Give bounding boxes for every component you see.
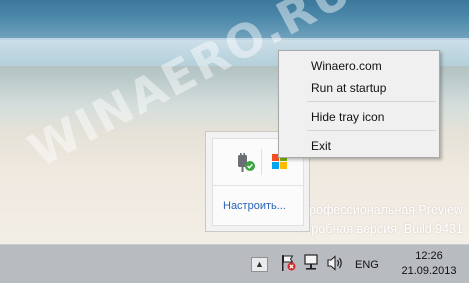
- menu-item-run-at-startup[interactable]: Run at startup: [311, 81, 386, 95]
- action-center-flag-icon[interactable]: [280, 254, 296, 277]
- clock-date: 21.09.2013: [401, 265, 457, 277]
- clock-time: 12:26: [415, 250, 443, 262]
- customize-link[interactable]: Настроить...: [223, 200, 286, 212]
- network-icon[interactable]: [303, 254, 319, 277]
- menu-item-winaero-com[interactable]: Winaero.com: [311, 59, 382, 73]
- icon-separator: [261, 149, 262, 175]
- menu-item-hide-tray-icon[interactable]: Hide tray icon: [311, 110, 384, 124]
- menu-item-exit[interactable]: Exit: [311, 139, 331, 153]
- build-info-line2: Пробная версия. Build 9431: [302, 222, 463, 236]
- power-plug-icon[interactable]: [235, 153, 257, 178]
- volume-icon[interactable]: [326, 254, 344, 277]
- language-indicator[interactable]: ENG: [355, 259, 379, 271]
- clock[interactable]: 12:26 21.09.2013: [394, 249, 464, 279]
- show-hidden-icons-button[interactable]: ▲: [251, 257, 268, 272]
- menu-separator: [307, 130, 436, 131]
- tray-context-menu: Winaero.com Run at startup Hide tray ico…: [278, 50, 440, 158]
- chevron-up-icon: ▲: [255, 259, 264, 269]
- menu-separator: [307, 101, 436, 102]
- taskbar: ▲ ENG 12:26 21.09.2013: [0, 244, 469, 283]
